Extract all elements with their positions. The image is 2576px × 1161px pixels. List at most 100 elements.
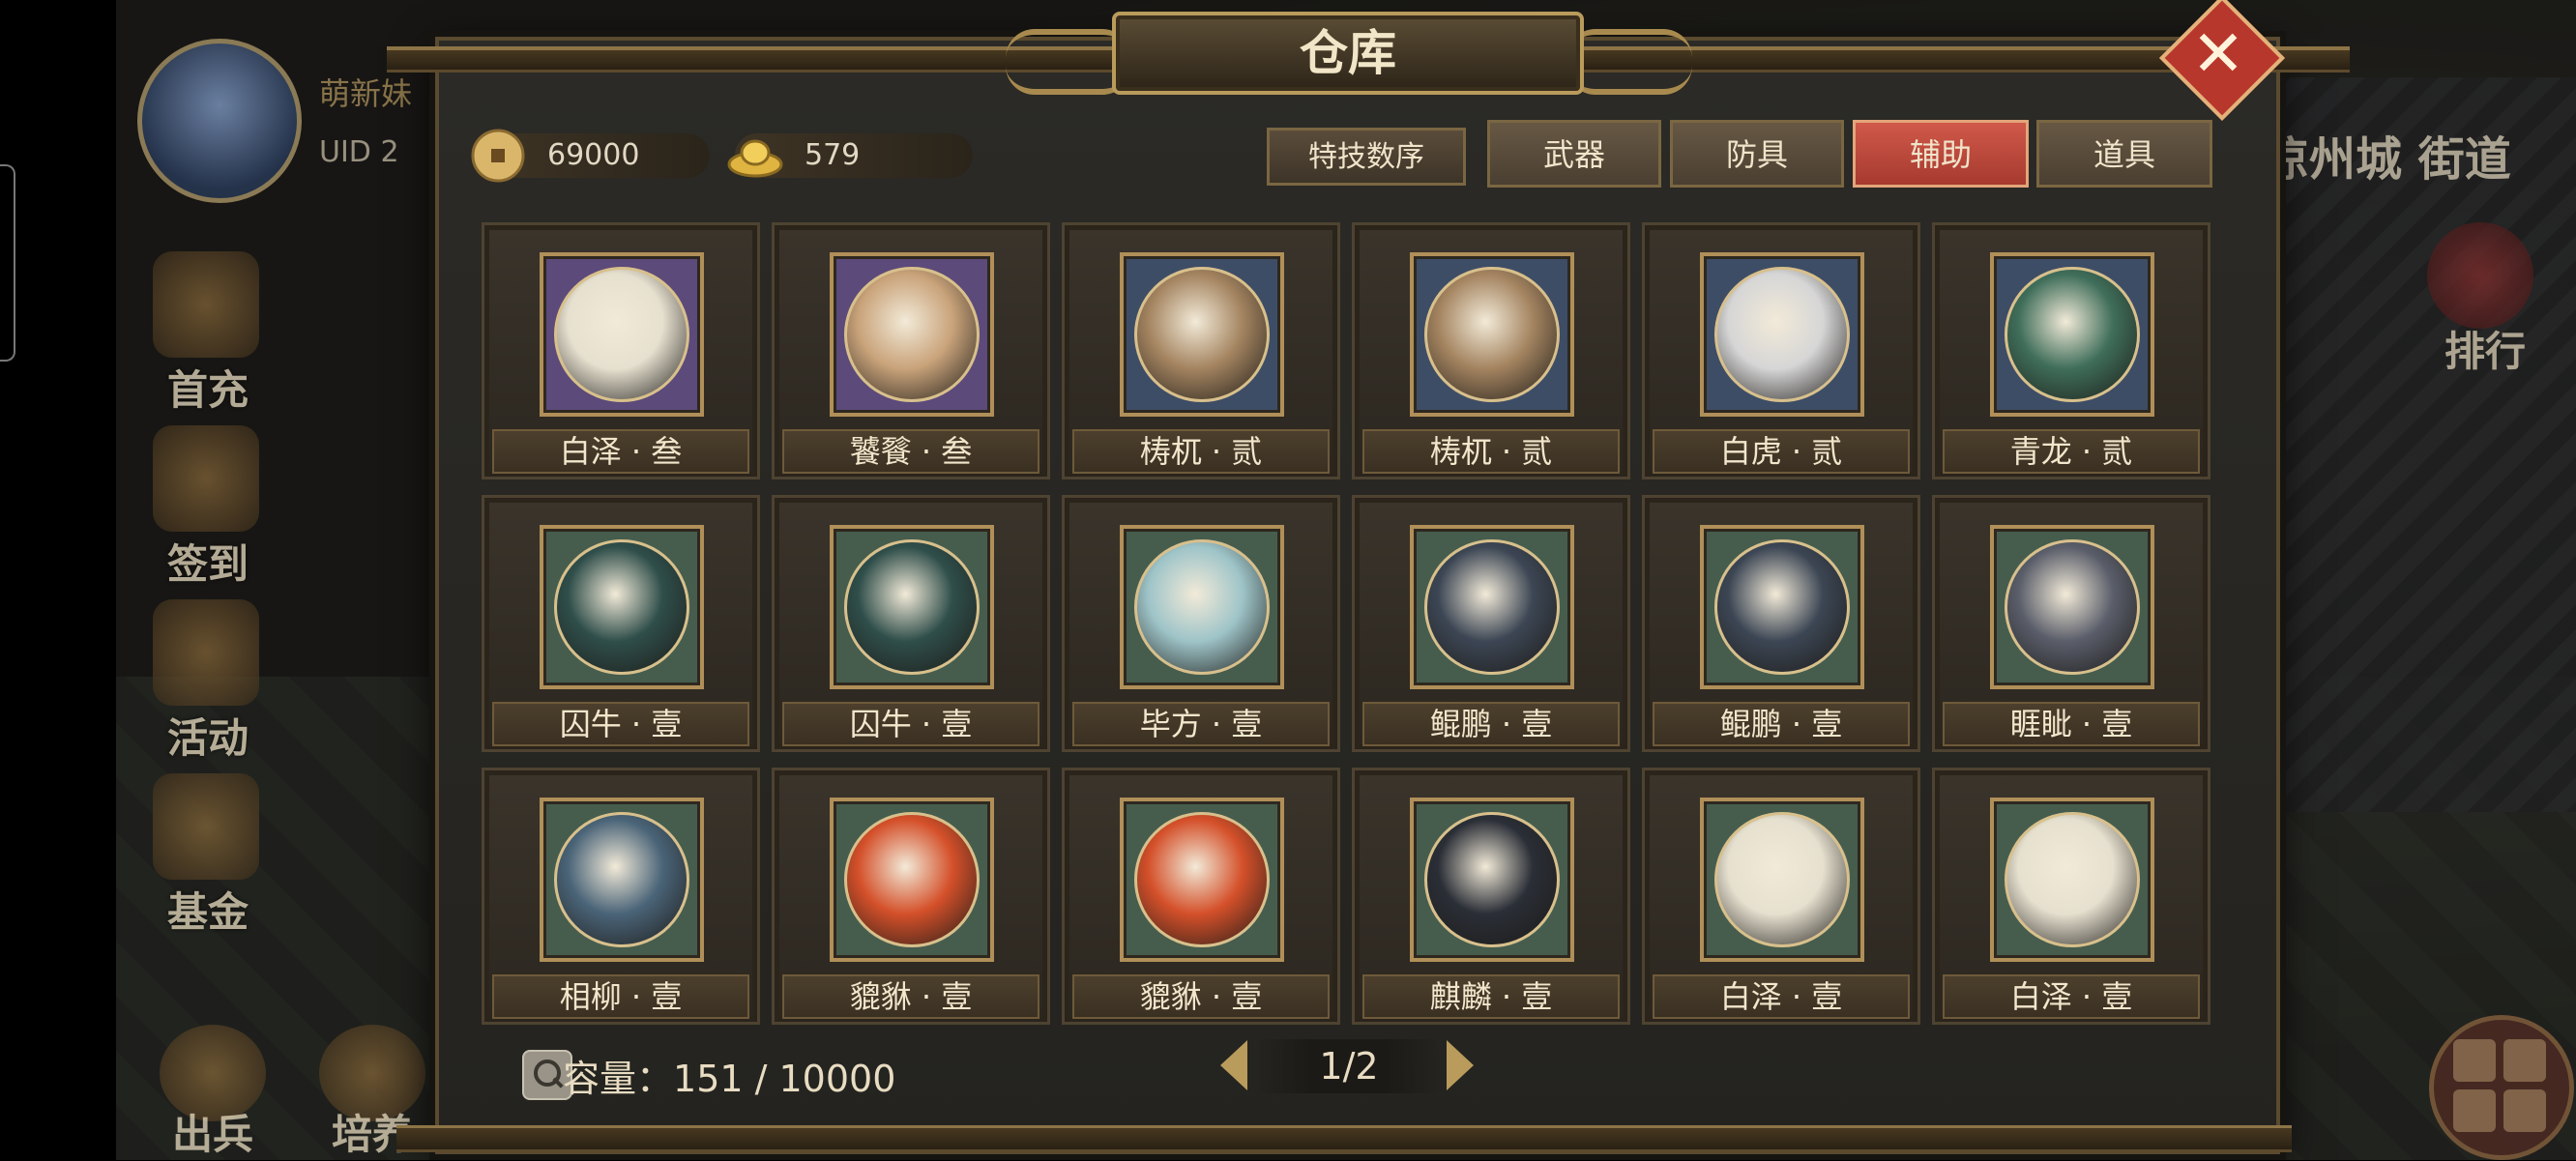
close-icon[interactable]: ✕	[2178, 14, 2259, 95]
location-label: 凉州城 街道	[2263, 132, 2511, 187]
item-portrait-frame	[1700, 798, 1864, 962]
fund-button[interactable]: 基金	[135, 773, 280, 936]
item-cell[interactable]: 白泽 · 叁	[482, 222, 760, 479]
item-portrait-frame	[1700, 525, 1864, 689]
item-portrait-frame	[830, 252, 994, 417]
capacity-label: 容量：	[563, 1058, 674, 1100]
rank-icon[interactable]	[2427, 222, 2533, 329]
item-portrait-icon	[1714, 539, 1850, 675]
item-name: 睚眦 · 壹	[1943, 702, 2200, 746]
item-portrait-icon	[1424, 267, 1560, 402]
player-uid: UID 2	[319, 135, 399, 169]
item-cell[interactable]: 白泽 · 壹	[1642, 768, 1920, 1025]
item-portrait-icon	[844, 812, 980, 947]
first-charge-icon	[153, 251, 259, 358]
item-portrait-frame	[1990, 252, 2154, 417]
first-charge-label: 首充	[166, 366, 249, 414]
gold-ingot-value: 579	[805, 138, 861, 172]
item-name: 梼杌 · 贰	[1072, 429, 1330, 474]
item-portrait-frame	[1700, 252, 1864, 417]
item-name: 梼杌 · 贰	[1362, 429, 1620, 474]
item-portrait-frame	[1120, 525, 1284, 689]
item-cell[interactable]: 青龙 · 贰	[1932, 222, 2210, 479]
item-portrait-frame	[1410, 798, 1574, 962]
item-name: 白泽 · 叁	[492, 429, 749, 474]
first-charge-button[interactable]: 首充	[135, 251, 280, 414]
item-name: 青龙 · 贰	[1943, 429, 2200, 474]
item-cell[interactable]: 鲲鹏 · 壹	[1352, 495, 1630, 752]
item-portrait-icon	[2005, 267, 2140, 402]
item-portrait-frame	[540, 798, 704, 962]
gold-ingot-icon	[727, 139, 783, 178]
item-portrait-icon	[1424, 812, 1560, 947]
tab-weapons[interactable]: 武器	[1487, 120, 1661, 188]
copper-coin-value: 69000	[547, 138, 640, 172]
gold-ingot-display: 579	[727, 133, 973, 178]
item-cell[interactable]: 麒麟 · 壹	[1352, 768, 1630, 1025]
item-portrait-frame	[1120, 252, 1284, 417]
dispatch-label: 出兵	[171, 1111, 253, 1158]
item-portrait-frame	[1990, 798, 2154, 962]
item-name: 相柳 · 壹	[492, 974, 749, 1019]
item-portrait-frame	[1990, 525, 2154, 689]
item-portrait-frame	[830, 798, 994, 962]
item-cell[interactable]: 睚眦 · 壹	[1932, 495, 2210, 752]
item-portrait-icon	[554, 267, 689, 402]
item-cell[interactable]: 白泽 · 壹	[1932, 768, 2210, 1025]
item-cell[interactable]: 白虎 · 贰	[1642, 222, 1920, 479]
item-portrait-icon	[1134, 539, 1270, 675]
sort-button[interactable]: 特技数序	[1267, 128, 1466, 186]
tab-support[interactable]: 辅助	[1853, 120, 2029, 188]
item-portrait-icon	[844, 267, 980, 402]
item-name: 饕餮 · 叁	[782, 429, 1039, 474]
next-page-button[interactable]	[1447, 1040, 1474, 1090]
item-cell[interactable]: 饕餮 · 叁	[772, 222, 1050, 479]
panel-bottom-rail	[396, 1125, 2292, 1152]
tab-armor[interactable]: 防具	[1670, 120, 1844, 188]
fund-label: 基金	[166, 888, 249, 936]
tab-items[interactable]: 道具	[2036, 120, 2212, 188]
item-cell[interactable]: 梼杌 · 贰	[1352, 222, 1630, 479]
cultivate-button[interactable]: 培养	[300, 1025, 445, 1158]
activity-label: 活动	[166, 714, 249, 762]
player-name: 萌新妹	[319, 75, 413, 112]
item-cell[interactable]: 貔貅 · 壹	[1062, 768, 1340, 1025]
item-cell[interactable]: 毕方 · 壹	[1062, 495, 1340, 752]
fund-icon	[153, 773, 259, 880]
item-cell[interactable]: 囚牛 · 壹	[482, 495, 760, 752]
item-portrait-icon	[1714, 267, 1850, 402]
dispatch-button[interactable]: 出兵	[140, 1025, 285, 1158]
item-name: 貔貅 · 壹	[1072, 974, 1330, 1019]
item-name: 毕方 · 壹	[1072, 702, 1330, 746]
capacity-value: 151 / 10000	[673, 1058, 896, 1100]
item-portrait-frame	[830, 525, 994, 689]
item-name: 白虎 · 贰	[1653, 429, 1910, 474]
item-name: 麒麟 · 壹	[1362, 974, 1620, 1019]
item-portrait-icon	[844, 539, 980, 675]
activity-icon	[153, 599, 259, 706]
rank-label: 排行	[2444, 328, 2526, 375]
item-cell[interactable]: 囚牛 · 壹	[772, 495, 1050, 752]
copper-coin-display: 69000	[471, 129, 710, 183]
sign-in-button[interactable]: 签到	[135, 425, 280, 588]
item-name: 鲲鹏 · 壹	[1653, 702, 1910, 746]
sign-in-icon	[153, 425, 259, 532]
item-portrait-frame	[1120, 798, 1284, 962]
panel-title: 仓库	[1112, 12, 1584, 95]
item-cell[interactable]: 相柳 · 壹	[482, 768, 760, 1025]
item-cell[interactable]: 鲲鹏 · 壹	[1642, 495, 1920, 752]
grid-menu-icon[interactable]	[2429, 1015, 2574, 1160]
item-portrait-icon	[554, 539, 689, 675]
item-cell[interactable]: 梼杌 · 贰	[1062, 222, 1340, 479]
player-avatar[interactable]	[137, 39, 302, 203]
prev-page-button[interactable]	[1220, 1040, 1247, 1090]
item-cell[interactable]: 貔貅 · 壹	[772, 768, 1050, 1025]
item-name: 白泽 · 壹	[1943, 974, 2200, 1019]
item-portrait-frame	[1410, 252, 1574, 417]
title-ornament-right	[1566, 29, 1692, 95]
item-portrait-frame	[1410, 525, 1574, 689]
item-portrait-icon	[554, 812, 689, 947]
item-name: 囚牛 · 壹	[782, 702, 1039, 746]
activity-button[interactable]: 活动	[135, 599, 280, 762]
item-portrait-frame	[540, 525, 704, 689]
